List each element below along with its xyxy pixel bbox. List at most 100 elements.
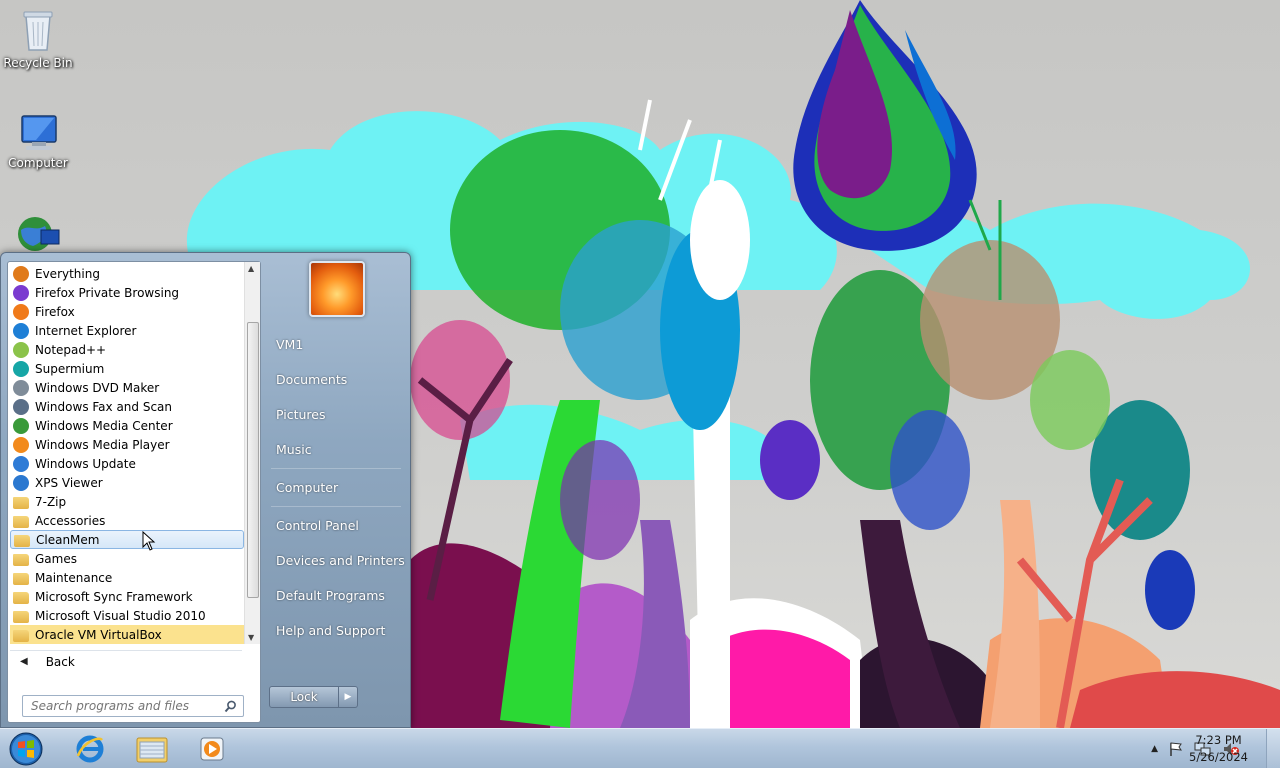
program-label: CleanMem xyxy=(36,532,100,547)
program-label: Everything xyxy=(35,266,100,281)
action-center-flag-icon[interactable] xyxy=(1168,741,1184,757)
show-desktop-button[interactable] xyxy=(1266,729,1280,768)
show-hidden-icons-chevron[interactable]: ▲ xyxy=(1151,744,1158,754)
program-item[interactable]: Windows Media Player xyxy=(10,435,244,454)
xps-viewer-icon xyxy=(13,474,29,491)
program-label: Oracle VM VirtualBox xyxy=(35,627,162,642)
shutdown-options-arrow-icon[interactable]: ▶ xyxy=(339,686,358,708)
program-item[interactable]: Windows Fax and Scan xyxy=(10,397,244,416)
program-item[interactable]: Windows Update xyxy=(10,454,244,473)
program-item[interactable]: Maintenance xyxy=(10,568,244,587)
everything-search-icon xyxy=(13,265,29,282)
mouse-cursor-icon xyxy=(142,531,156,551)
program-item[interactable]: Everything xyxy=(10,264,244,283)
programs-scrollbar[interactable]: ▲ ▼ xyxy=(244,262,260,644)
program-label: Games xyxy=(35,551,77,566)
clock-date: 5/26/2024 xyxy=(1189,750,1248,764)
menu-item-pictures[interactable]: Pictures xyxy=(276,407,326,422)
menu-item-computer[interactable]: Computer xyxy=(276,480,338,495)
folder-icon xyxy=(13,554,29,566)
dvd-maker-icon xyxy=(13,379,29,396)
windows-update-icon xyxy=(13,455,29,472)
program-item[interactable]: Accessories xyxy=(10,511,244,530)
firefox-icon xyxy=(13,303,29,320)
program-label: XPS Viewer xyxy=(35,475,103,490)
folder-icon xyxy=(13,516,29,528)
notepad-plus-plus-icon xyxy=(13,341,29,358)
program-item[interactable]: Oracle VM VirtualBox xyxy=(10,625,244,644)
folder-icon xyxy=(13,611,29,623)
recycle-bin-icon xyxy=(23,11,53,51)
taskbar: ▲ 7:23 PM 5/26/2024 xyxy=(0,728,1280,768)
back-arrow-icon: ◀ xyxy=(20,656,28,667)
taskbar-windows-explorer-button[interactable] xyxy=(124,731,180,767)
menu-item-documents[interactable]: Documents xyxy=(276,372,347,387)
search-box[interactable] xyxy=(22,695,244,717)
folder-icon xyxy=(14,535,30,547)
clock-time: 7:23 PM xyxy=(1195,733,1242,747)
scrollbar-thumb[interactable] xyxy=(247,322,259,598)
program-item[interactable]: CleanMem xyxy=(10,530,244,549)
menu-item-user[interactable]: VM1 xyxy=(276,337,303,352)
folder-icon xyxy=(13,573,29,585)
program-item[interactable]: Supermium xyxy=(10,359,244,378)
windows-explorer-icon xyxy=(136,737,168,763)
program-label: Notepad++ xyxy=(35,342,107,357)
search-icon[interactable] xyxy=(224,700,237,713)
menu-item-default-programs[interactable]: Default Programs xyxy=(276,588,385,603)
program-item[interactable]: Games xyxy=(10,549,244,568)
program-item[interactable]: 7-Zip xyxy=(10,492,244,511)
program-item[interactable]: Windows DVD Maker xyxy=(10,378,244,397)
program-label: Supermium xyxy=(35,361,105,376)
start-button-windows-orb-icon[interactable] xyxy=(6,731,46,767)
menu-item-control-panel[interactable]: Control Panel xyxy=(276,518,359,533)
fax-scan-icon xyxy=(13,398,29,415)
user-avatar[interactable] xyxy=(309,261,365,317)
taskbar-clock[interactable]: 7:23 PM 5/26/2024 xyxy=(1189,732,1248,766)
desktop-icon-recycle-bin[interactable]: Recycle Bin xyxy=(0,6,76,70)
program-item[interactable]: Microsoft Visual Studio 2010 xyxy=(10,606,244,625)
program-label: Firefox Private Browsing xyxy=(35,285,180,300)
menu-separator xyxy=(271,506,401,507)
scroll-down-arrow-icon[interactable]: ▼ xyxy=(248,633,254,642)
program-label: Windows Update xyxy=(35,456,136,471)
folder-icon xyxy=(13,592,29,604)
program-item[interactable]: Internet Explorer xyxy=(10,321,244,340)
program-item[interactable]: Microsoft Sync Framework xyxy=(10,587,244,606)
supermium-icon xyxy=(13,360,29,377)
program-label: Firefox xyxy=(35,304,75,319)
media-center-icon xyxy=(13,417,29,434)
desktop-icon-computer[interactable]: Computer xyxy=(0,114,76,170)
menu-item-devices-and-printers[interactable]: Devices and Printers xyxy=(276,553,405,568)
program-item[interactable]: Firefox xyxy=(10,302,244,321)
program-label: Windows Media Player xyxy=(35,437,170,452)
all-programs-list: Everything Firefox Private Browsing Firefo… xyxy=(10,264,244,644)
start-menu: Everything Firefox Private Browsing Firefo… xyxy=(0,252,411,728)
taskbar-media-player-button[interactable] xyxy=(184,731,240,767)
back-button[interactable]: ◀ Back xyxy=(10,650,242,672)
programs-pane: Everything Firefox Private Browsing Firefo… xyxy=(7,261,261,723)
menu-item-help-and-support[interactable]: Help and Support xyxy=(276,623,385,638)
lock-button[interactable]: Lock xyxy=(269,686,339,708)
media-player-icon xyxy=(200,737,224,761)
program-label: Internet Explorer xyxy=(35,323,137,338)
program-item[interactable]: XPS Viewer xyxy=(10,473,244,492)
scroll-up-arrow-icon[interactable]: ▲ xyxy=(248,264,254,273)
program-item[interactable]: Notepad++ xyxy=(10,340,244,359)
folder-icon xyxy=(13,630,29,642)
program-label: Maintenance xyxy=(35,570,113,585)
media-player-icon xyxy=(13,436,29,453)
network-globe-icon xyxy=(18,217,60,251)
taskbar-internet-explorer-button[interactable] xyxy=(62,731,118,767)
internet-explorer-icon xyxy=(76,735,104,763)
program-item[interactable]: Firefox Private Browsing xyxy=(10,283,244,302)
program-label: Microsoft Sync Framework xyxy=(35,589,193,604)
search-input[interactable] xyxy=(31,699,217,713)
program-label: 7-Zip xyxy=(35,494,67,509)
back-label: Back xyxy=(45,654,75,669)
menu-item-music[interactable]: Music xyxy=(276,442,312,457)
program-label: Accessories xyxy=(35,513,106,528)
program-item[interactable]: Windows Media Center xyxy=(10,416,244,435)
computer-icon xyxy=(21,115,57,150)
desktop-icon-network[interactable] xyxy=(0,212,76,254)
